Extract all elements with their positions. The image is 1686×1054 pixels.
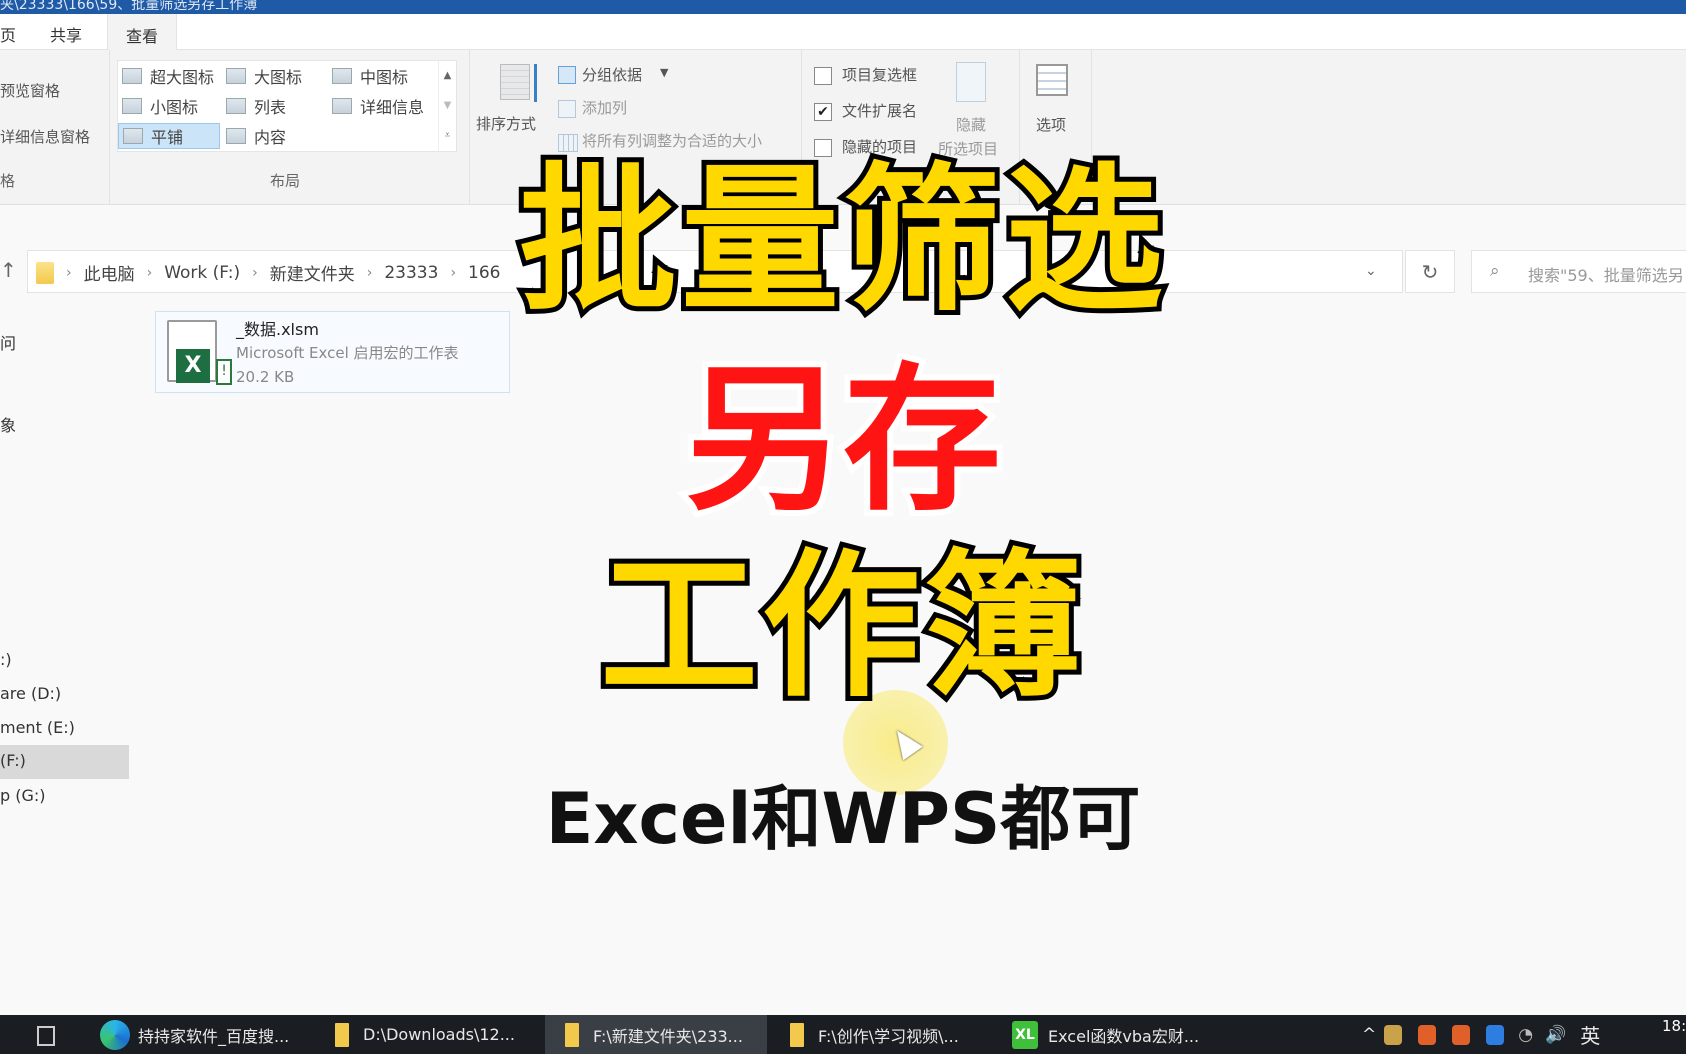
window-title: 夹\23333\166\59、批量筛选另存工作簿	[0, 0, 258, 13]
group-by-button[interactable]: 分组依据	[582, 64, 642, 85]
item-checkboxes-label: 项目复选框	[842, 66, 918, 84]
view-tiles[interactable]: 平铺	[118, 123, 220, 149]
view-label: 列表	[254, 98, 287, 117]
scroll-up-icon[interactable]: ▲	[439, 61, 456, 91]
taskbar-item-label: F:\新建文件夹\233...	[593, 1026, 743, 1046]
clock[interactable]: 18:	[1662, 1017, 1686, 1035]
tray-app-icon[interactable]	[1384, 1024, 1403, 1045]
qq-icon[interactable]	[1452, 1024, 1471, 1045]
taskbar: 持持家软件_百度搜... D:\Downloads\12... F:\新建文件夹…	[0, 1015, 1686, 1054]
system-tray: ^ ◔ 🔊 英	[1362, 1015, 1600, 1054]
file-extensions-label: 文件扩展名	[842, 102, 918, 120]
file-type: Microsoft Excel 启用宏的工作表	[236, 344, 459, 362]
view-extra-large-icons[interactable]: 超大图标	[122, 63, 214, 89]
edge-icon	[100, 1019, 130, 1050]
taskbar-item-excel[interactable]: XL Excel函数vba宏财...	[1012, 1015, 1199, 1054]
details-icon	[332, 98, 352, 114]
tab-view[interactable]: 查看	[107, 14, 178, 51]
overlay-subtitle: Excel和WPS都可	[545, 778, 1141, 860]
medium-icons-icon	[332, 68, 352, 84]
overlay-title-line3: 工作簿	[595, 535, 1087, 719]
content-icon	[226, 128, 246, 144]
view-label: 大图标	[254, 68, 303, 87]
view-details[interactable]: 详细信息	[332, 93, 424, 119]
item-checkboxes-checkbox[interactable]	[814, 67, 832, 85]
view-label: 小图标	[150, 98, 199, 117]
preview-pane-button[interactable]: 预览窗格	[0, 80, 60, 101]
gallery-scrollbar[interactable]: ▲ ▼ ⩡	[438, 61, 456, 151]
sort-icon	[500, 64, 530, 100]
view-small-icons[interactable]: 小图标	[122, 93, 198, 119]
view-label: 平铺	[151, 128, 184, 147]
taskbar-item-label: Excel函数vba宏财...	[1048, 1026, 1200, 1046]
hide-selected-icon	[956, 62, 986, 102]
view-label: 详细信息	[360, 98, 425, 117]
overlay-title-line1: 批量筛选	[514, 149, 1168, 333]
group-by-icon	[558, 66, 576, 84]
view-content[interactable]: 内容	[226, 123, 286, 149]
wifi-icon[interactable]: ◔	[1518, 1025, 1533, 1045]
file-extensions-checkbox[interactable]: ✔	[814, 103, 832, 121]
view-large-icons[interactable]: 大图标	[226, 63, 302, 89]
taskbar-item-downloads[interactable]: D:\Downloads\12...	[335, 1015, 515, 1054]
hide-selected-label: 隐藏	[956, 116, 987, 134]
size-columns-button[interactable]: 将所有列调整为合适的大小	[582, 130, 762, 151]
view-label: 超大图标	[150, 68, 215, 87]
sort-arrow-icon	[534, 64, 537, 102]
group-by-dropdown-icon[interactable]: ▼	[660, 66, 668, 79]
excel-icon: XL	[1012, 1020, 1038, 1049]
details-pane-button[interactable]: 详细信息窗格	[0, 126, 90, 147]
taskbar-item-explorer-2[interactable]: F:\创作\学习视频\...	[790, 1015, 959, 1054]
add-column-button[interactable]: 添加列	[582, 97, 627, 118]
options-label: 选项	[1036, 116, 1067, 134]
layout-gallery: 超大图标 大图标 中图标 小图标 列表 详细信息 平铺 内容 ▲ ▼ ⩡	[117, 60, 457, 152]
qq-icon[interactable]	[1418, 1024, 1437, 1045]
small-icons-icon	[122, 98, 142, 114]
folder-icon	[335, 1022, 349, 1047]
tray-overflow-icon[interactable]: ^	[1362, 1025, 1376, 1045]
scroll-down-icon[interactable]: ▼	[439, 91, 456, 121]
large-icons-icon	[226, 68, 246, 84]
tab-home[interactable]: 页	[0, 22, 16, 46]
taskbar-item-label: D:\Downloads\12...	[363, 1025, 515, 1044]
title-bar: 夹\23333\166\59、批量筛选另存工作簿	[0, 0, 1686, 14]
nav-item[interactable]: 问	[0, 330, 16, 354]
view-label: 内容	[254, 128, 287, 147]
options-icon	[1036, 64, 1068, 96]
extra-large-icons-icon	[122, 68, 142, 84]
gallery-more-icon[interactable]: ⩡	[439, 121, 456, 151]
tray-app-icon[interactable]	[1486, 1024, 1505, 1045]
nav-item-drive-e[interactable]: ment (E:)	[0, 718, 75, 737]
nav-item-drive-f[interactable]: (F:)	[0, 745, 129, 779]
folder-icon	[565, 1022, 579, 1047]
sort-by-label: 排序方式	[476, 115, 537, 133]
overlay-title-line2: 另存	[679, 349, 1007, 533]
tiles-icon	[123, 128, 143, 144]
ime-indicator[interactable]: 英	[1580, 1020, 1600, 1049]
hide-selected-button[interactable]: 隐藏 所选项目	[934, 58, 1014, 158]
view-label: 中图标	[360, 68, 409, 87]
tab-share[interactable]: 共享	[50, 22, 82, 46]
view-medium-icons[interactable]: 中图标	[332, 63, 408, 89]
options-button[interactable]: 选项	[1032, 60, 1082, 140]
view-list[interactable]: 列表	[226, 93, 286, 119]
folder-icon	[790, 1022, 804, 1047]
task-view-icon[interactable]	[37, 1026, 55, 1046]
add-column-icon	[558, 100, 576, 118]
list-icon	[226, 98, 246, 114]
sort-by-button[interactable]: 排序方式	[476, 58, 548, 138]
volume-icon[interactable]: 🔊	[1545, 1025, 1566, 1045]
ribbon-tabs: 页 共享 查看	[0, 14, 1686, 51]
taskbar-item-label: F:\创作\学习视频\...	[818, 1026, 959, 1046]
taskbar-item-explorer-active[interactable]: F:\新建文件夹\233...	[545, 1015, 767, 1054]
taskbar-item-browser[interactable]: 持持家软件_百度搜...	[100, 1015, 289, 1054]
taskbar-item-label: 持持家软件_百度搜...	[138, 1026, 290, 1046]
